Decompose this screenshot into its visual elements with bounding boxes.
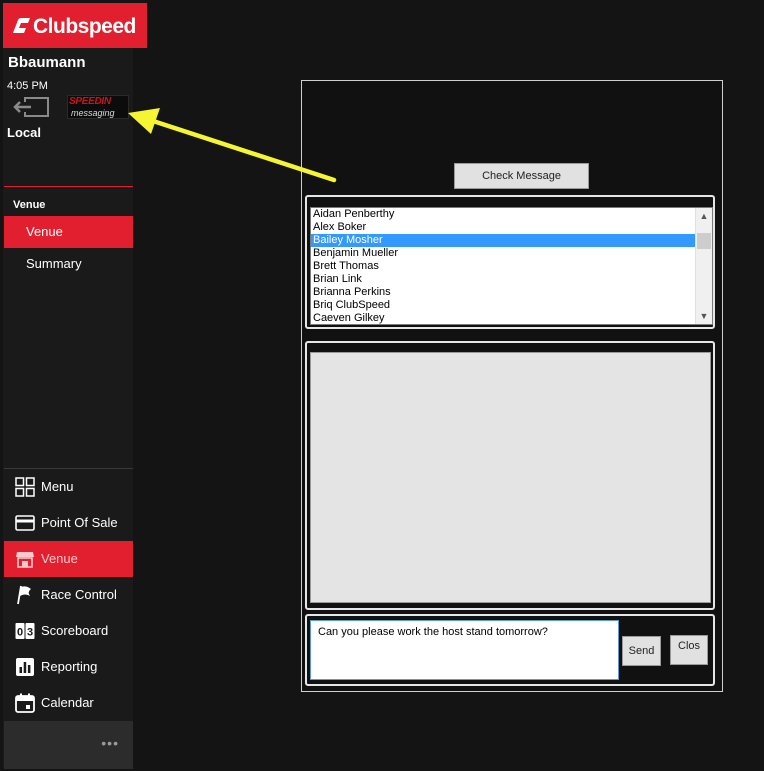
nav-label: Point Of Sale bbox=[41, 515, 118, 530]
speedin-logo-text: SPEEDIN bbox=[69, 96, 111, 107]
messaging-window: Check Message Aidan Penberthy Alex Boker… bbox=[301, 80, 723, 692]
list-item-selected[interactable]: Bailey Mosher bbox=[311, 234, 695, 247]
nav-item-point-of-sale[interactable]: Point Of Sale bbox=[4, 505, 133, 541]
compose-message-input[interactable]: Can you please work the host stand tomor… bbox=[310, 620, 619, 680]
logout-icon[interactable] bbox=[11, 96, 49, 118]
list-item[interactable]: Briq ClubSpeed bbox=[311, 299, 695, 312]
nav-item-reporting[interactable]: Reporting bbox=[4, 649, 133, 685]
list-item[interactable]: Brianna Perkins bbox=[311, 286, 695, 299]
list-item[interactable]: Alex Boker bbox=[311, 221, 695, 234]
send-button[interactable]: Send bbox=[622, 636, 661, 666]
list-item[interactable]: Brett Thomas bbox=[311, 260, 695, 273]
list-scrollbar[interactable]: ▲ ▼ bbox=[695, 208, 712, 324]
nav-item-race-control[interactable]: Race Control bbox=[4, 577, 133, 613]
check-message-button[interactable]: Check Message bbox=[454, 163, 589, 189]
sidebar: Clubspeed Bbaumann 4:05 PM SPEEDIN messa… bbox=[3, 3, 147, 769]
nav-label: Race Control bbox=[41, 587, 117, 602]
more-dots-icon[interactable]: ••• bbox=[101, 735, 119, 751]
svg-text:0: 0 bbox=[17, 627, 23, 639]
nav-label: Reporting bbox=[41, 659, 98, 674]
user-name: Bbaumann bbox=[8, 54, 86, 71]
scroll-thumb[interactable] bbox=[697, 233, 711, 249]
svg-text:3: 3 bbox=[27, 627, 33, 639]
card-icon bbox=[15, 515, 35, 531]
subnav-item-venue[interactable]: Venue bbox=[4, 216, 133, 248]
brand-header[interactable]: Clubspeed bbox=[3, 3, 147, 48]
store-icon bbox=[16, 552, 34, 568]
nav-item-menu[interactable]: Menu bbox=[4, 469, 133, 505]
location-label: Local bbox=[7, 125, 41, 140]
chart-icon bbox=[16, 658, 34, 676]
nav-label: Venue bbox=[41, 551, 78, 566]
brand-name: Clubspeed bbox=[33, 15, 136, 38]
nav-label: Calendar bbox=[41, 695, 94, 710]
nav-item-scoreboard[interactable]: 0 3 Scoreboard bbox=[4, 613, 133, 649]
clock-time: 4:05 PM bbox=[7, 80, 48, 92]
calendar-icon bbox=[15, 693, 35, 713]
message-display-frame bbox=[305, 341, 715, 610]
scoreboard-icon: 0 3 bbox=[15, 623, 35, 639]
grid-icon bbox=[15, 477, 35, 497]
list-item[interactable]: Benjamin Mueller bbox=[311, 247, 695, 260]
recipient-list-frame: Aidan Penberthy Alex Boker Bailey Mosher… bbox=[305, 195, 715, 329]
nav-item-venue[interactable]: Venue bbox=[4, 541, 133, 577]
nav-label: Menu bbox=[41, 479, 74, 494]
recipient-listbox[interactable]: Aidan Penberthy Alex Boker Bailey Mosher… bbox=[310, 207, 713, 325]
close-button[interactable]: Clos bbox=[670, 635, 708, 665]
section-divider bbox=[4, 186, 133, 187]
speedin-messaging-button[interactable]: SPEEDIN messaging bbox=[67, 95, 129, 119]
list-item[interactable]: Caeven Gilkey bbox=[311, 312, 695, 324]
subnav-item-summary[interactable]: Summary bbox=[4, 248, 133, 280]
more-menu-bar[interactable]: ••• bbox=[4, 721, 133, 769]
compose-frame: Can you please work the host stand tomor… bbox=[305, 614, 715, 686]
nav-item-calendar[interactable]: Calendar bbox=[4, 685, 133, 721]
nav-label: Scoreboard bbox=[41, 623, 109, 638]
clubspeed-logo-icon bbox=[13, 18, 30, 33]
speedin-messaging-label: messaging bbox=[71, 108, 115, 118]
scroll-down-icon[interactable]: ▼ bbox=[696, 308, 712, 324]
flag-icon bbox=[17, 585, 31, 605]
message-display-area[interactable] bbox=[310, 352, 711, 603]
scroll-up-icon[interactable]: ▲ bbox=[696, 208, 712, 224]
venue-section-heading: Venue bbox=[13, 199, 46, 211]
list-item[interactable]: Brian Link bbox=[311, 273, 695, 286]
list-item[interactable]: Aidan Penberthy bbox=[311, 208, 695, 221]
